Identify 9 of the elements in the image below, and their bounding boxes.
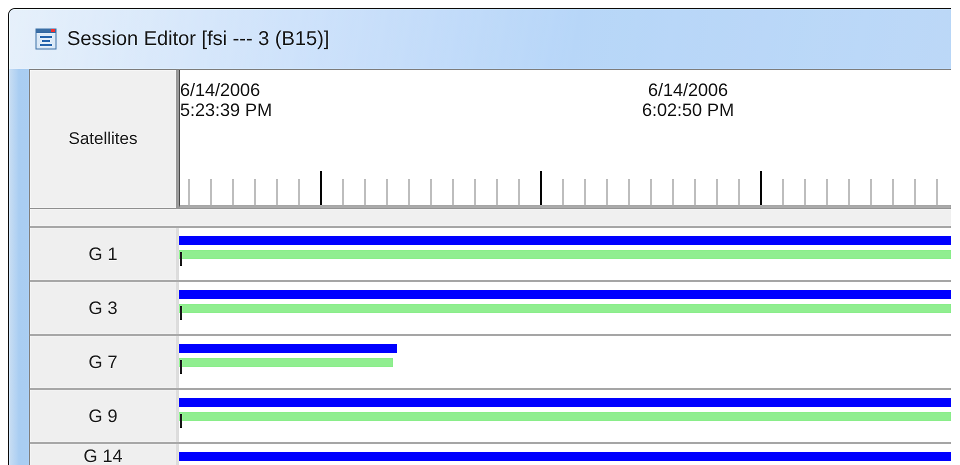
window-icon xyxy=(35,28,57,50)
start-marker xyxy=(180,306,182,320)
time-label: 6/14/2006 6:02:50 PM xyxy=(642,80,734,120)
time-label: 6/14/2006 5:23:39 PM xyxy=(180,80,272,120)
column-header: Satellites xyxy=(68,129,138,149)
start-marker xyxy=(180,414,182,428)
start-marker xyxy=(180,252,182,266)
window-title: Session Editor [fsi --- 3 (B15)] xyxy=(67,28,330,50)
start-marker xyxy=(180,360,182,374)
